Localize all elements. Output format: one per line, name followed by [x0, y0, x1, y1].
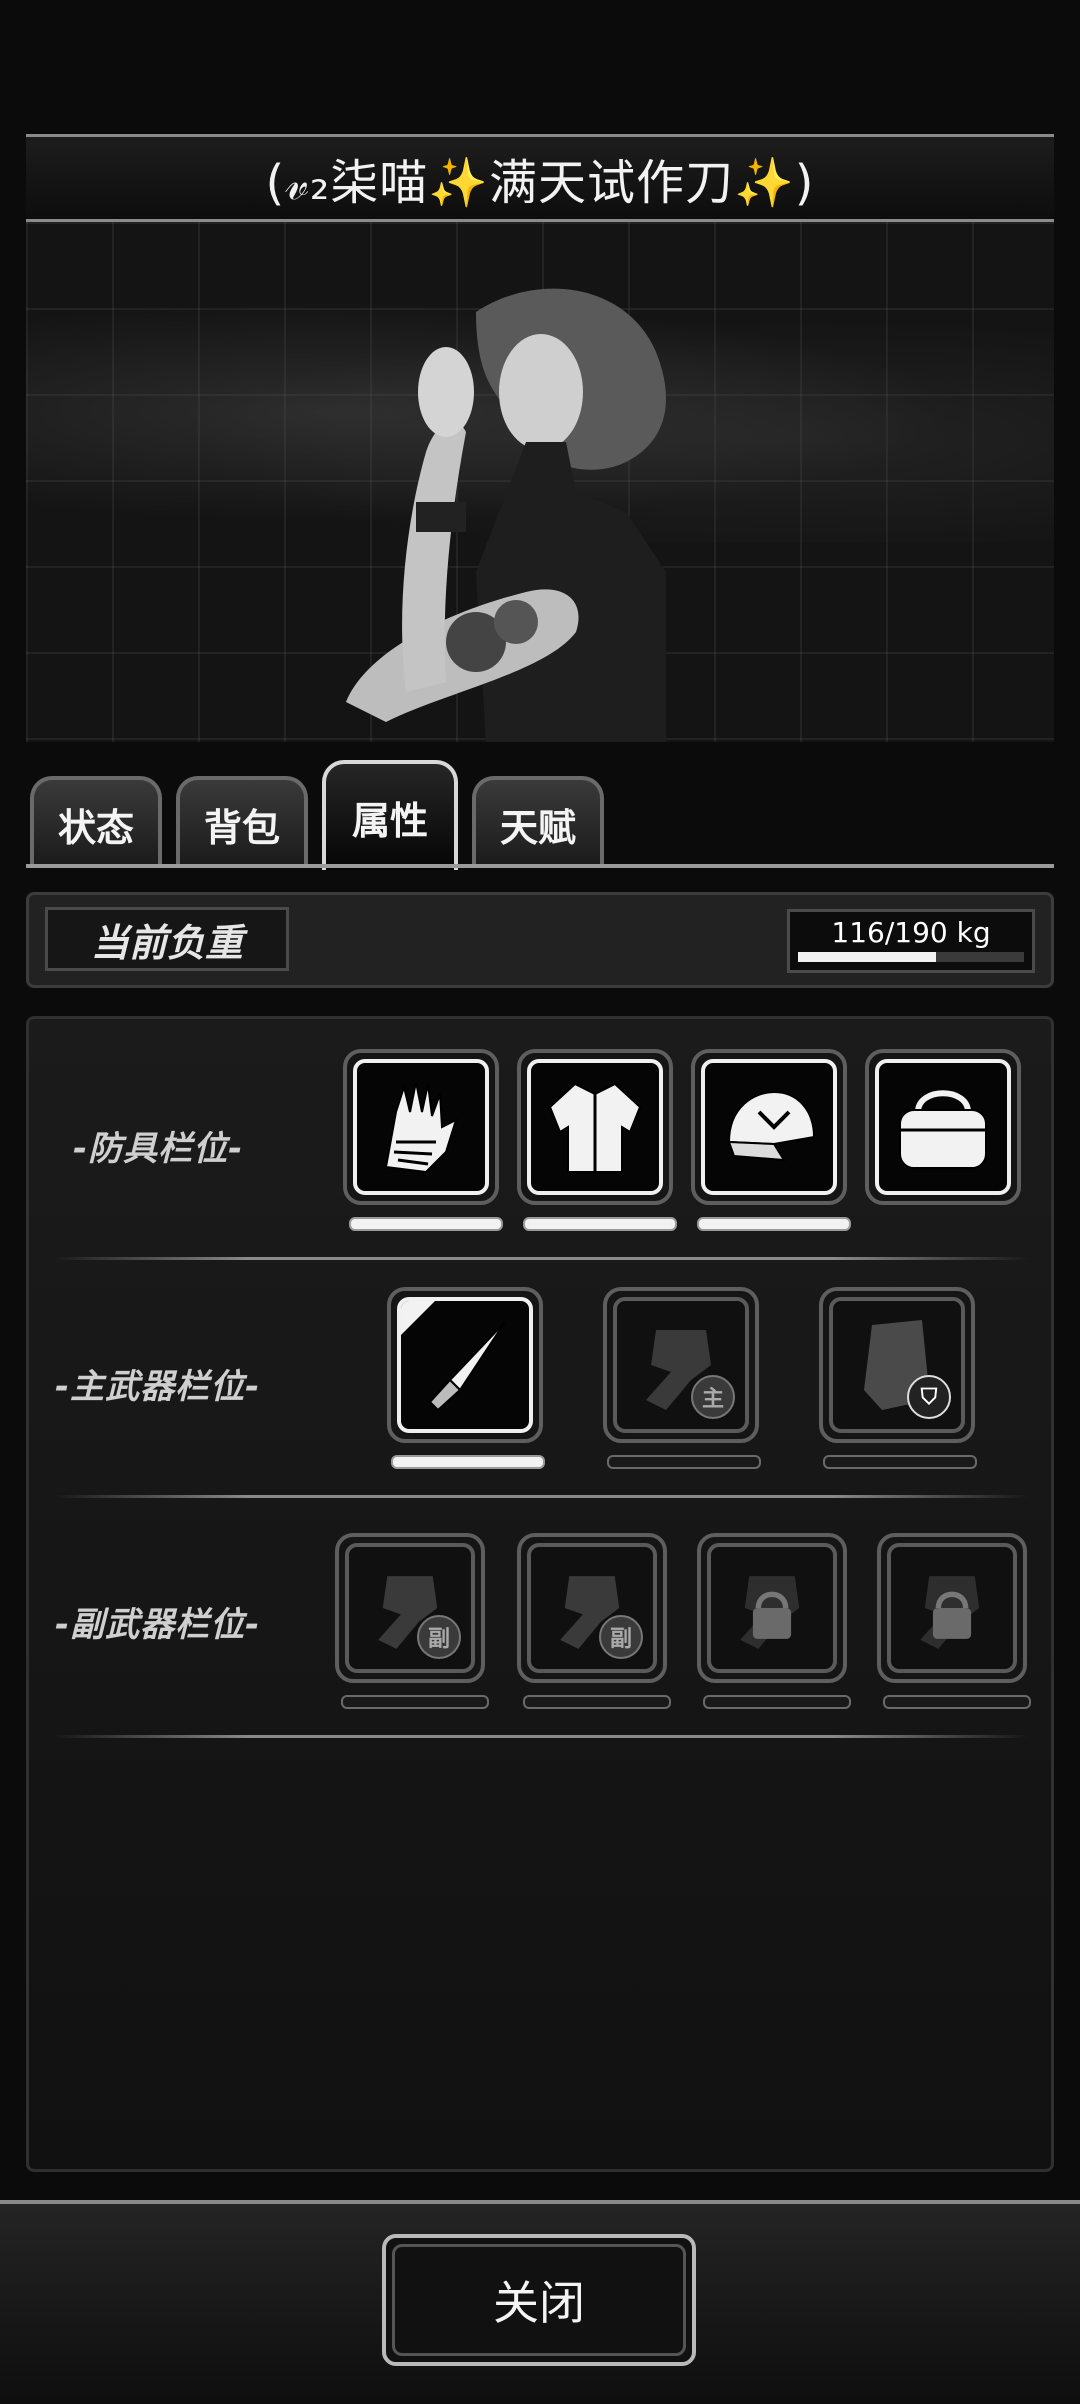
cap-icon — [727, 1090, 816, 1162]
gloves-icon — [384, 1081, 458, 1174]
close-button-label: 关闭 — [493, 2276, 585, 2330]
durability-bar — [823, 1455, 977, 1469]
durability-bar — [341, 1695, 489, 1709]
primary-slot-knife[interactable] — [387, 1287, 543, 1443]
tab-underline — [26, 864, 1054, 868]
armor-slot-bag[interactable] — [865, 1049, 1021, 1205]
durability-bar — [697, 1217, 851, 1231]
bag-icon — [899, 1090, 987, 1169]
lock-icon — [740, 1576, 800, 1649]
close-button[interactable]: 关闭 — [382, 2234, 696, 2366]
weight-value: 116/190 kg — [831, 916, 991, 949]
character-portrait — [26, 222, 1054, 742]
primary-weapon-row-label: -主武器栏位- — [55, 1367, 261, 1407]
secondary-slot-2[interactable]: 副 — [517, 1533, 667, 1683]
durability-bar — [883, 1695, 1031, 1709]
weight-bar-fill — [798, 952, 936, 962]
durability-bar — [523, 1695, 671, 1709]
character-name-bar: (𝓋₂柒喵✨满天试作刀✨) — [26, 134, 1054, 222]
durability-bar — [391, 1455, 545, 1469]
sub-badge: 副 — [599, 1615, 643, 1659]
secondary-slot-1[interactable]: 副 — [335, 1533, 485, 1683]
weight-meter: 116/190 kg — [787, 909, 1035, 973]
primary-slot-shield[interactable]: ⛉ — [819, 1287, 975, 1443]
armor-row-label: -防具栏位- — [73, 1129, 244, 1169]
primary-slot-main[interactable]: 主 — [603, 1287, 759, 1443]
secondary-slot-4-locked[interactable] — [877, 1533, 1027, 1683]
jacket-icon — [548, 1082, 642, 1173]
durability-bar — [523, 1217, 677, 1231]
tab-backpack[interactable]: 背包 — [176, 776, 308, 868]
main-badge: 主 — [691, 1375, 735, 1419]
shield-badge-icon: ⛉ — [907, 1375, 951, 1419]
weight-label: 当前负重 — [45, 907, 289, 971]
weight-panel: 当前负重 116/190 kg — [26, 892, 1054, 988]
armor-slot-jacket[interactable] — [517, 1049, 673, 1205]
lock-icon — [920, 1576, 980, 1649]
tab-talent[interactable]: 天赋 — [472, 776, 604, 868]
character-name: (𝓋₂柒喵✨满天试作刀✨) — [265, 155, 815, 211]
secondary-slot-3-locked[interactable] — [697, 1533, 847, 1683]
weight-bar — [798, 952, 1024, 962]
avatar-illustration — [346, 288, 666, 742]
armor-slot-gloves[interactable] — [343, 1049, 499, 1205]
sub-badge: 副 — [417, 1615, 461, 1659]
equipment-slots-panel: -防具栏位- -主武器栏位- 主 ⛉ -副武器栏位- 副 副 — [26, 1016, 1054, 2172]
secondary-weapon-row-label: -副武器栏位- — [55, 1605, 261, 1645]
paw-corner-icon — [401, 1301, 435, 1335]
durability-bar — [349, 1217, 503, 1231]
durability-bar — [607, 1455, 761, 1469]
armor-slot-cap[interactable] — [691, 1049, 847, 1205]
durability-bar — [703, 1695, 851, 1709]
tab-attributes[interactable]: 属性 — [322, 760, 458, 870]
tab-status[interactable]: 状态 — [30, 776, 162, 868]
tab-bar: 状态 背包 属性 天赋 — [30, 760, 1060, 870]
